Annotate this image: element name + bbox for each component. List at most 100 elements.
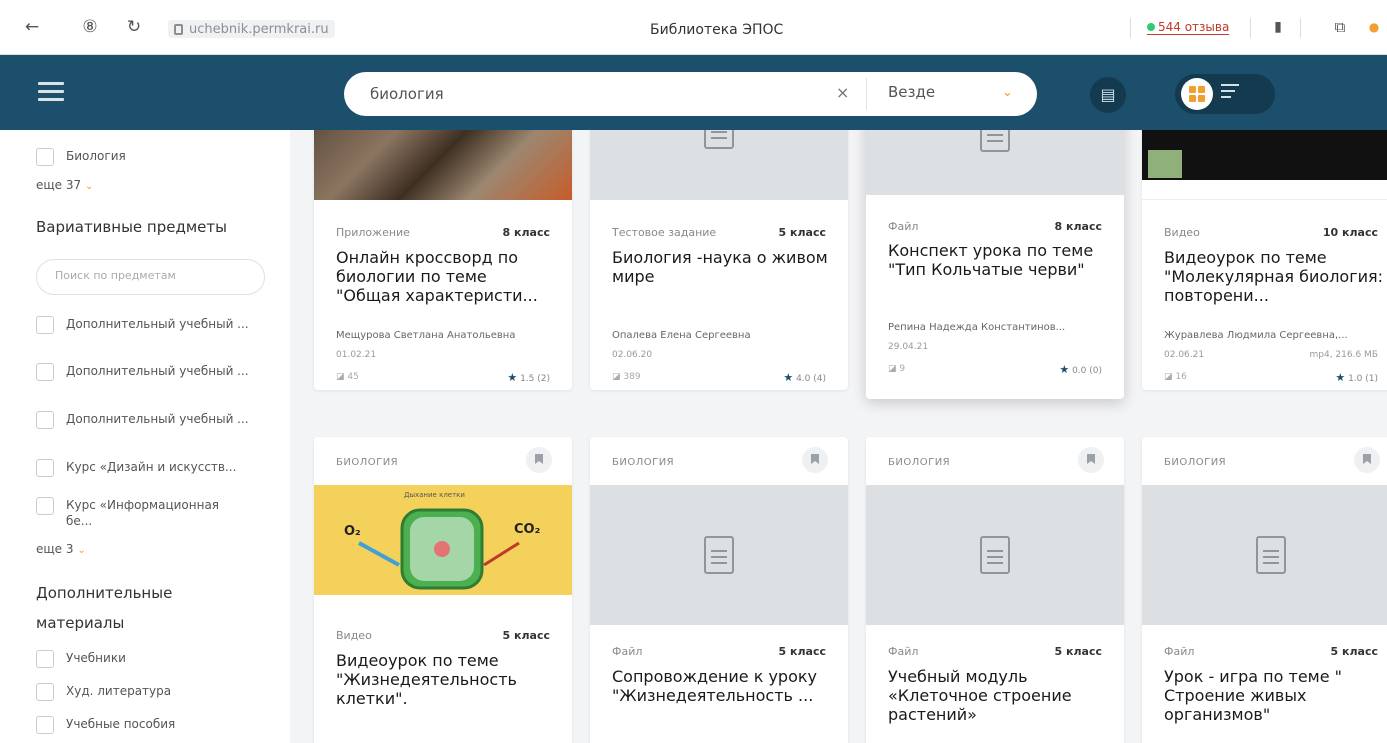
search-divider xyxy=(866,78,867,110)
filter-item[interactable]: Учебники xyxy=(36,650,266,668)
video-presenter xyxy=(1148,150,1182,178)
address-bar[interactable]: uchebnik.permkrai.ru xyxy=(168,20,335,38)
chevron-down-icon[interactable]: ⌄ xyxy=(1002,85,1013,100)
card-title: Биология -наука о живом мире xyxy=(612,248,828,286)
card-rating: 0.0 (0) xyxy=(1072,366,1102,376)
checkbox[interactable] xyxy=(36,497,54,515)
result-card[interactable]: БИОЛОГИЯ Файл 5 класс Урок - игра по тем… xyxy=(1142,437,1387,743)
bookmark-icon[interactable] xyxy=(526,447,552,473)
chevron-down-icon: ⌄ xyxy=(84,181,94,192)
star-icon: ★ xyxy=(1059,363,1070,376)
card-author: Журавлева Людмила Сергеевна,... xyxy=(1164,330,1348,341)
result-card[interactable]: Тестовое задание 5 класс Биология -наука… xyxy=(590,130,848,390)
card-thumbnail xyxy=(590,130,848,200)
list-view-icon[interactable] xyxy=(1221,84,1241,104)
checkbox[interactable] xyxy=(36,148,54,166)
card-type: Файл xyxy=(1164,645,1195,658)
document-icon xyxy=(704,536,734,574)
card-grade: 8 класс xyxy=(1054,220,1102,233)
filter-item[interactable]: Курс «Информационная бе... xyxy=(36,497,246,529)
checkbox[interactable] xyxy=(36,459,54,477)
reviews-link[interactable]: 544 отзыва xyxy=(1147,20,1230,35)
card-grade: 5 класс xyxy=(1330,645,1378,658)
filter-item[interactable]: Худ. литература xyxy=(36,683,266,701)
filter-item[interactable]: Дополнительный учебный ... xyxy=(36,316,266,334)
filter-biology[interactable]: Биология xyxy=(36,148,266,166)
document-icon xyxy=(1256,536,1286,574)
subject-search-box xyxy=(36,259,265,295)
checkbox[interactable] xyxy=(36,363,54,381)
card-grade: 5 класс xyxy=(1054,645,1102,658)
filter-item[interactable]: Дополнительный учебный ... xyxy=(36,363,266,381)
show-more-link[interactable]: еще 37 ⌄ xyxy=(36,178,93,192)
card-subject: БИОЛОГИЯ xyxy=(336,457,399,468)
card-subject: БИОЛОГИЯ xyxy=(888,457,951,468)
search-input[interactable] xyxy=(370,81,830,107)
result-card[interactable]: Файл 8 класс Конспект урока по теме "Тип… xyxy=(866,130,1124,399)
card-date: 29.04.21 xyxy=(888,342,929,352)
card-date: 01.02.21 xyxy=(336,350,377,360)
card-subject: БИОЛОГИЯ xyxy=(612,457,675,468)
grid-view-icon[interactable] xyxy=(1181,78,1213,110)
card-author: Опалева Елена Сергеевна xyxy=(612,330,751,341)
reviews-icon xyxy=(1147,23,1155,31)
subject-search-input[interactable] xyxy=(55,269,245,282)
star-icon: ★ xyxy=(507,371,518,384)
checkbox-label: Учебники xyxy=(66,651,126,665)
document-icon xyxy=(704,130,734,149)
document-icon xyxy=(980,130,1010,152)
checkbox-label: Дополнительный учебный ... xyxy=(66,317,249,331)
card-views: 389 xyxy=(623,372,641,382)
card-title: Видеоурок по теме "Жизнедеятельность кле… xyxy=(336,651,517,708)
bookmark-icon[interactable]: ▮ xyxy=(1268,17,1288,37)
card-rating: 4.0 (4) xyxy=(796,374,826,384)
card-type: Файл xyxy=(888,220,919,233)
menu-icon[interactable] xyxy=(38,82,64,102)
checkbox-label: Дополнительный учебный ... xyxy=(66,412,249,426)
back-icon[interactable]: ← xyxy=(22,17,42,37)
card-type: Приложение xyxy=(336,226,410,239)
card-date: 02.06.21 xyxy=(1164,350,1205,360)
card-views: 16 xyxy=(1175,372,1187,382)
translate-icon[interactable]: ⧉ xyxy=(1330,17,1350,37)
result-card[interactable]: Видео 10 класс Видеоурок по теме "Молеку… xyxy=(1142,130,1387,390)
result-card[interactable]: Приложение 8 класс Онлайн кроссворд по б… xyxy=(314,130,572,390)
result-card[interactable]: БИОЛОГИЯ Дыхание клетки O₂ CO₂ Видео 5 к… xyxy=(314,437,572,743)
bookmark-icon[interactable] xyxy=(802,447,828,473)
filter-item[interactable]: Курс «Дизайн и искусств... xyxy=(36,459,266,477)
yandex-protect-icon[interactable]: ⑧ xyxy=(80,17,100,37)
card-views: 9 xyxy=(899,364,906,374)
search-scope-select[interactable]: Везде xyxy=(888,83,935,101)
result-card[interactable]: БИОЛОГИЯ Файл 5 класс Сопровождение к ур… xyxy=(590,437,848,743)
url-text: uchebnik.permkrai.ru xyxy=(189,21,329,37)
cell-illustration: Дыхание клетки O₂ CO₂ xyxy=(344,491,540,590)
filter-item[interactable]: Дополнительный учебный ... xyxy=(36,411,266,429)
checkbox[interactable] xyxy=(36,650,54,668)
checkbox[interactable] xyxy=(36,716,54,734)
divider xyxy=(1250,18,1251,38)
co2-arrow xyxy=(483,541,520,567)
checkbox-label: Курс «Информационная бе... xyxy=(66,498,220,528)
calendar-icon[interactable]: ▤ xyxy=(1090,77,1126,113)
clear-search-icon[interactable]: × xyxy=(836,83,849,102)
co2-label: CO₂ xyxy=(514,522,540,537)
checkbox[interactable] xyxy=(36,411,54,429)
extension-icon[interactable]: ● xyxy=(1364,17,1384,37)
bookmark-icon[interactable] xyxy=(1354,447,1380,473)
show-more-link[interactable]: еще 3 ⌄ xyxy=(36,542,86,556)
illustration-title: Дыхание клетки xyxy=(404,491,465,499)
bookmark-icon[interactable] xyxy=(1078,447,1104,473)
checkbox[interactable] xyxy=(36,683,54,701)
card-thumbnail xyxy=(314,130,572,200)
filter-item[interactable]: Учебные пособия xyxy=(36,716,266,734)
card-grade: 10 класс xyxy=(1322,226,1378,239)
result-card[interactable]: БИОЛОГИЯ Файл 5 класс Учебный модуль «Кл… xyxy=(866,437,1124,743)
reload-icon[interactable]: ↻ xyxy=(124,17,144,37)
checkbox[interactable] xyxy=(36,316,54,334)
checkbox-label: Курс «Дизайн и искусств... xyxy=(66,460,237,474)
browser-bar: ← ⑧ ↻ uchebnik.permkrai.ru Библиотека ЭП… xyxy=(0,0,1387,55)
star-icon: ★ xyxy=(1335,371,1346,384)
star-icon: ★ xyxy=(783,371,794,384)
card-grade: 8 класс xyxy=(502,226,550,239)
card-thumbnail: Дыхание клетки O₂ CO₂ xyxy=(314,485,572,595)
